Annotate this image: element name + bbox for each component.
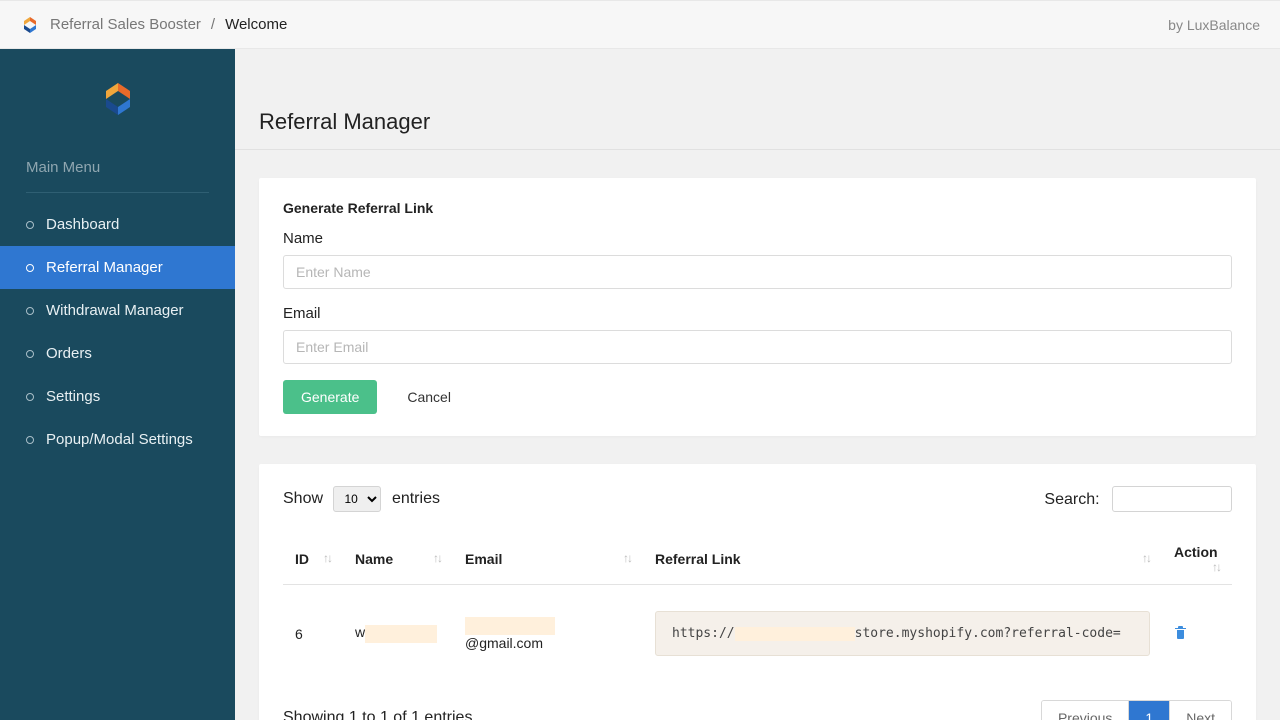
circle-icon — [26, 350, 34, 358]
sidebar-item-referral-manager[interactable]: Referral Manager — [0, 246, 235, 289]
col-header-email[interactable]: Email ↑↓ — [453, 534, 643, 585]
referrals-table: ID ↑↓ Name ↑↓ Email ↑↓ — [283, 534, 1232, 682]
pager-next[interactable]: Next — [1169, 701, 1231, 720]
generate-button[interactable]: Generate — [283, 380, 377, 414]
name-label: Name — [283, 230, 1232, 247]
circle-icon — [26, 393, 34, 401]
sort-icon: ↑↓ — [1142, 551, 1150, 565]
sidebar-item-label: Referral Manager — [46, 259, 163, 276]
show-label: Show — [283, 490, 323, 507]
menu-heading: Main Menu — [0, 149, 235, 186]
name-input[interactable] — [283, 255, 1232, 289]
sort-icon: ↑↓ — [323, 551, 331, 565]
sort-icon: ↑↓ — [623, 551, 631, 565]
sidebar-item-label: Settings — [46, 388, 100, 405]
sidebar-item-popup-modal[interactable]: Popup/Modal Settings — [0, 418, 235, 461]
trash-icon[interactable] — [1174, 626, 1187, 642]
pager-page-1[interactable]: 1 — [1128, 701, 1169, 720]
sidebar-logo — [0, 49, 235, 149]
topbar: Referral Sales Booster / Welcome by LuxB… — [0, 0, 1280, 49]
cell-id: 6 — [283, 585, 343, 683]
pager-previous[interactable]: Previous — [1042, 701, 1128, 720]
page-title: Referral Manager — [259, 109, 1256, 135]
menu-divider — [26, 192, 209, 193]
entries-label: entries — [392, 490, 440, 507]
app-logo-icon — [20, 15, 40, 35]
table-info-text: Showing 1 to 1 of 1 entries — [283, 709, 472, 720]
sidebar: Main Menu Dashboard Referral Manager Wit… — [0, 49, 235, 720]
col-header-id[interactable]: ID ↑↓ — [283, 534, 343, 585]
sidebar-item-label: Popup/Modal Settings — [46, 431, 193, 448]
entries-select[interactable]: 10 — [333, 486, 381, 512]
email-input[interactable] — [283, 330, 1232, 364]
sidebar-item-label: Withdrawal Manager — [46, 302, 184, 319]
sidebar-item-dashboard[interactable]: Dashboard — [0, 203, 235, 246]
sidebar-item-orders[interactable]: Orders — [0, 332, 235, 375]
sidebar-item-settings[interactable]: Settings — [0, 375, 235, 418]
referrals-table-card: Show 10 entries Search: — [259, 464, 1256, 720]
sort-icon: ↑↓ — [1212, 560, 1220, 574]
circle-icon — [26, 436, 34, 444]
col-header-referral-link[interactable]: Referral Link ↑↓ — [643, 534, 1162, 585]
search-input[interactable] — [1112, 486, 1232, 512]
redacted-text — [465, 617, 555, 635]
col-header-name[interactable]: Name ↑↓ — [343, 534, 453, 585]
generate-link-card: Generate Referral Link Name Email Genera… — [259, 178, 1256, 436]
sidebar-item-label: Dashboard — [46, 216, 119, 233]
breadcrumb: Referral Sales Booster / Welcome — [20, 15, 287, 35]
table-row: 6 w @gmail.com https://store.myshopify.c… — [283, 585, 1232, 683]
col-header-action[interactable]: Action ↑↓ — [1162, 534, 1232, 585]
pager: Previous 1 Next — [1041, 700, 1232, 720]
sidebar-item-withdrawal-manager[interactable]: Withdrawal Manager — [0, 289, 235, 332]
cell-referral-link: https://store.myshopify.com?referral-cod… — [643, 585, 1162, 683]
cell-action — [1162, 585, 1232, 683]
cancel-button[interactable]: Cancel — [389, 380, 469, 414]
breadcrumb-current: Welcome — [225, 16, 287, 33]
circle-icon — [26, 307, 34, 315]
sidebar-item-label: Orders — [46, 345, 92, 362]
app-name: Referral Sales Booster — [50, 16, 201, 33]
referral-link-box[interactable]: https://store.myshopify.com?referral-cod… — [655, 611, 1150, 656]
sort-icon: ↑↓ — [433, 551, 441, 565]
search-label: Search: — [1044, 491, 1099, 508]
main-content: Referral Manager Generate Referral Link … — [235, 49, 1280, 720]
circle-icon — [26, 264, 34, 272]
search-control: Search: — [1044, 486, 1232, 512]
card-title: Generate Referral Link — [283, 200, 1232, 216]
cell-email: @gmail.com — [453, 585, 643, 683]
circle-icon — [26, 221, 34, 229]
redacted-text — [365, 625, 437, 643]
vendor-text: by LuxBalance — [1168, 17, 1260, 33]
email-label: Email — [283, 305, 1232, 322]
entries-control: Show 10 entries — [283, 486, 440, 512]
redacted-text — [735, 627, 855, 641]
breadcrumb-separator: / — [211, 16, 215, 33]
cell-name: w — [343, 585, 453, 683]
